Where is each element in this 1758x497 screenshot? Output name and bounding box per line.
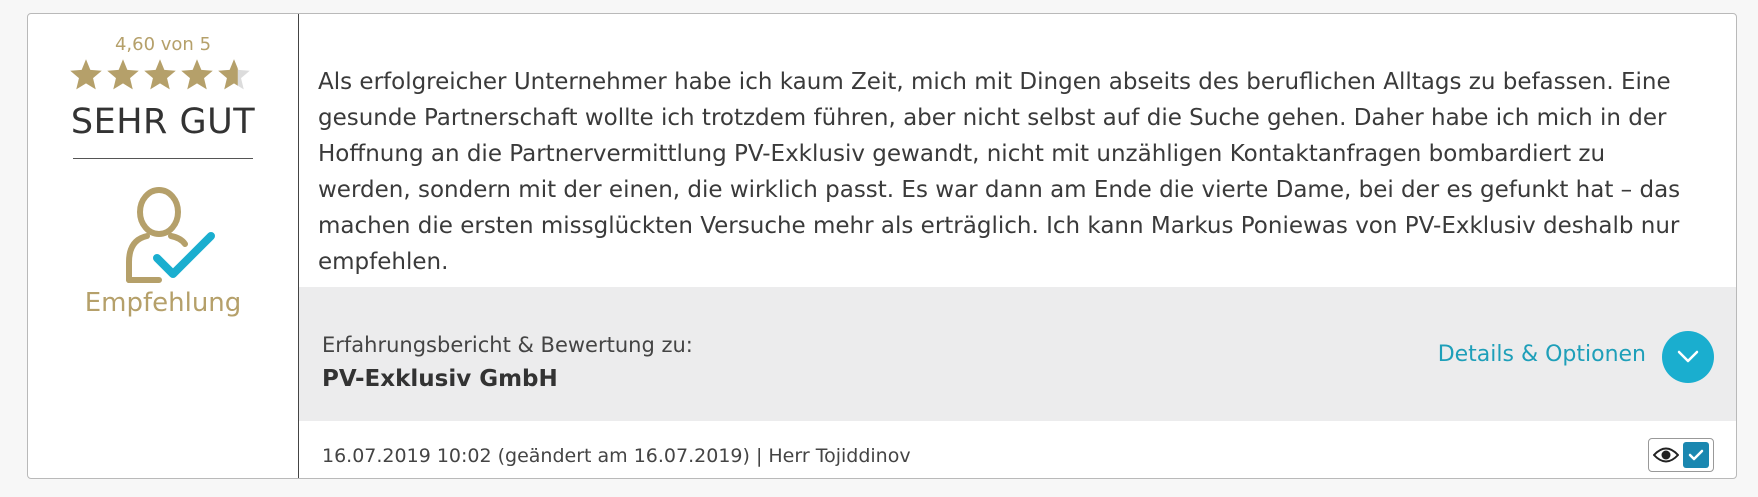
user-check-icon — [126, 187, 215, 283]
rating-verdict: SEHR GUT — [70, 102, 256, 142]
rating-panel: 4,60 von 5 SEHR GUT Empfehlung — [28, 14, 299, 478]
review-text: Als erfolgreicher Unternehmer habe ich k… — [318, 69, 1681, 275]
star-icon — [107, 59, 139, 90]
recommendation-label: Empfehlung — [84, 288, 242, 318]
eye-icon[interactable] — [1653, 446, 1679, 464]
subject-label: Erfahrungsbericht & Bewertung zu: — [322, 333, 693, 357]
star-icon — [144, 59, 176, 90]
verification-badge[interactable] — [1648, 438, 1714, 472]
star-half-icon — [218, 59, 250, 90]
star-icon — [70, 59, 102, 90]
checkbox-checked-icon[interactable] — [1683, 442, 1709, 468]
review-meta: 16.07.2019 10:02 (geändert am 16.07.2019… — [322, 445, 911, 467]
expand-toggle-button[interactable] — [1662, 331, 1714, 383]
star-icon — [181, 59, 213, 90]
rating-score: 4,60 von 5 — [114, 34, 212, 55]
review-card: 4,60 von 5 SEHR GUT Empfehlung Als erfol… — [27, 13, 1737, 479]
chevron-down-icon — [1677, 350, 1699, 363]
details-options-link[interactable]: Details & Optionen — [1438, 342, 1646, 367]
subject-bar: Erfahrungsbericht & Bewertung zu: PV-Exk… — [299, 287, 1736, 421]
star-rating — [68, 57, 258, 97]
review-footer: 16.07.2019 10:02 (geändert am 16.07.2019… — [299, 421, 1736, 478]
review-content: Als erfolgreicher Unternehmer habe ich k… — [299, 14, 1736, 478]
divider — [73, 158, 253, 159]
company-name[interactable]: PV-Exklusiv GmbH — [322, 366, 558, 392]
